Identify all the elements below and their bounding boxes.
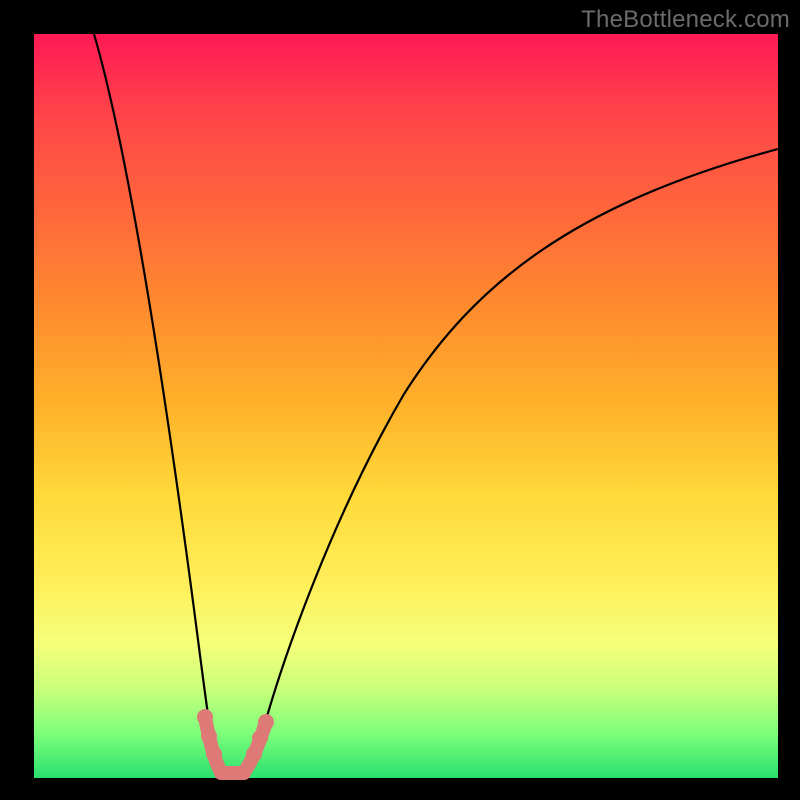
optimal-zone-highlight (197, 709, 274, 773)
plot-area (34, 34, 778, 778)
optimal-dot (206, 746, 222, 762)
optimal-dot (258, 714, 274, 730)
optimal-dot (197, 709, 213, 725)
chart-frame: TheBottleneck.com (0, 0, 800, 800)
watermark-label: TheBottleneck.com (581, 6, 790, 34)
optimal-dot (201, 728, 217, 744)
bottleneck-curve-svg (34, 34, 778, 778)
optimal-zone-left (205, 717, 221, 772)
optimal-dot (252, 730, 268, 746)
bottleneck-curve (94, 34, 778, 774)
optimal-dot (246, 746, 262, 762)
